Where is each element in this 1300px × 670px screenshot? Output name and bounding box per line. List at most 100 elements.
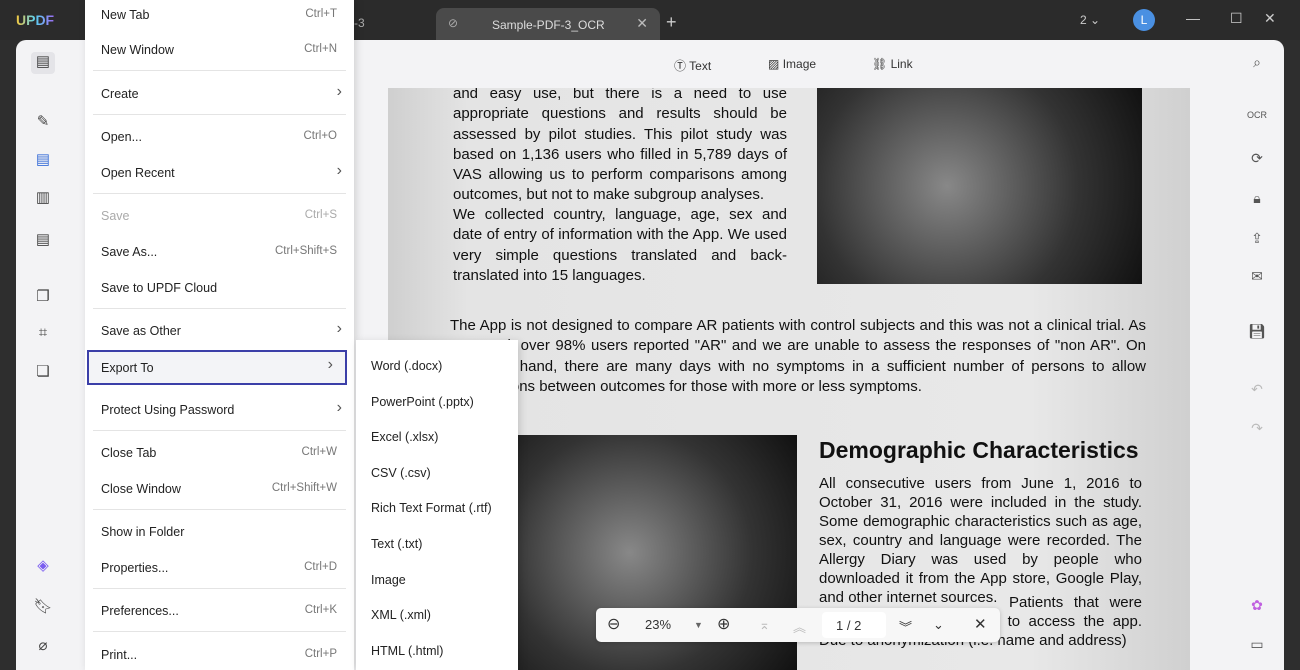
menu-divider	[93, 430, 346, 431]
first-page-icon[interactable]: ⌅	[759, 617, 770, 633]
menu-item-shortcut: Ctrl+Shift+S	[275, 245, 337, 257]
share-icon[interactable]: ⇪	[1245, 230, 1269, 252]
last-page-icon[interactable]: ⌄	[933, 617, 944, 633]
ocr-tab-icon: ⊘	[448, 16, 459, 30]
menu-divider	[93, 588, 346, 589]
menu-item-open[interactable]: Open... Ctrl+O	[85, 122, 354, 152]
undo-icon[interactable]: ↶	[1245, 381, 1269, 403]
form-icon[interactable]: ▤	[31, 230, 55, 252]
chevron-right-icon: ›	[336, 320, 342, 337]
add-link-button[interactable]: ⛓︎ Link	[872, 57, 913, 71]
menu-item-protect-using-password[interactable]: Protect Using Password ›	[85, 395, 354, 425]
add-image-button[interactable]: ▨ Image	[768, 57, 816, 71]
menu-item-export-to[interactable]: Export To ›	[87, 350, 347, 385]
export-option[interactable]: CSV (.csv)	[371, 466, 431, 480]
organize-pages-icon[interactable]: ❐	[31, 287, 55, 309]
image-tool-icon: ▨	[768, 57, 780, 71]
menu-item-save-as[interactable]: Save As... Ctrl+Shift+S	[85, 237, 354, 267]
ai-assistant-icon[interactable]: ✿	[1245, 597, 1269, 619]
menu-item-close-tab[interactable]: Close Tab Ctrl+W	[85, 438, 354, 468]
zoom-dropdown-icon[interactable]: ▼	[694, 620, 703, 630]
menu-item-label: Export To	[101, 361, 154, 375]
paragraph: and easy use, but there is a need to use…	[453, 88, 787, 204]
add-text-button[interactable]: Ⓣ Text	[674, 57, 711, 74]
edit-pdf-icon[interactable]: ▤	[31, 150, 55, 172]
link-tool-icon: ⛓︎	[872, 57, 888, 71]
menu-item-new-tab[interactable]: New Tab Ctrl+T	[85, 0, 354, 30]
zoom-bar: ⊖ 23% ▼ ⊕ ⌅ ︽ 1 / 2 ︾ ⌄ ✕	[596, 608, 1000, 642]
window-count-dropdown[interactable]: 2 ⌄	[1080, 13, 1100, 27]
export-option[interactable]: Word (.docx)	[371, 359, 442, 373]
menu-item-label: Print...	[101, 648, 138, 662]
menu-item-open-recent[interactable]: Open Recent ›	[85, 158, 354, 188]
menu-divider	[93, 114, 346, 115]
menu-item-label: Save to UPDF Cloud	[101, 281, 218, 295]
minimize-icon[interactable]: —	[1186, 10, 1200, 26]
menu-divider	[93, 193, 346, 194]
chat-icon[interactable]: ▭	[1245, 636, 1269, 658]
next-page-icon[interactable]: ︾	[899, 617, 912, 636]
export-option[interactable]: Excel (.xlsx)	[371, 430, 438, 444]
paragraph: We collected country, language, age, sex…	[453, 206, 787, 284]
menu-item-label: Create	[101, 87, 139, 101]
menu-item-close-window[interactable]: Close Window Ctrl+Shift+W	[85, 474, 354, 504]
bookmark-icon[interactable]: 🔖︎	[31, 597, 55, 619]
maximize-icon[interactable]: ☐	[1230, 10, 1243, 27]
menu-item-label: Preferences...	[101, 604, 179, 618]
reader-icon[interactable]: ▤	[31, 52, 55, 74]
menu-item-save-as-other[interactable]: Save as Other ›	[85, 316, 354, 346]
export-option[interactable]: HTML (.html)	[371, 644, 443, 658]
page-number-input[interactable]: 1 / 2	[822, 612, 886, 638]
menu-item-shortcut: Ctrl+W	[301, 446, 337, 458]
close-window-icon[interactable]: ✕	[1264, 10, 1276, 27]
close-zoombar-icon[interactable]: ✕	[974, 615, 987, 633]
save-icon[interactable]: 💾︎	[1245, 323, 1269, 345]
menu-item-properties[interactable]: Properties... Ctrl+D	[85, 553, 354, 583]
search-icon[interactable]: ⌕	[1245, 54, 1269, 76]
zoom-level[interactable]: 23%	[645, 617, 671, 632]
menu-item-save[interactable]: Save Ctrl+S	[85, 201, 354, 231]
menu-item-save-to-updf-cloud[interactable]: Save to UPDF Cloud	[85, 273, 354, 303]
watermark-icon[interactable]: ❏	[31, 362, 55, 384]
page-view-icon[interactable]: ▥	[31, 188, 55, 210]
ocr-icon[interactable]: OCR	[1245, 110, 1269, 132]
redo-icon[interactable]: ↷	[1245, 420, 1269, 442]
layers-icon[interactable]: ◈	[31, 556, 55, 578]
menu-item-preferences[interactable]: Preferences... Ctrl+K	[85, 596, 354, 626]
menu-item-label: Close Tab	[101, 446, 157, 460]
zoom-in-icon[interactable]: ⊕	[717, 614, 730, 634]
section-heading: Demographic Characteristics	[819, 437, 1139, 463]
chevron-right-icon: ›	[336, 162, 342, 179]
convert-icon[interactable]: ⟳	[1245, 150, 1269, 172]
new-tab-button[interactable]: +	[666, 12, 677, 33]
updf-logo: UPDF	[16, 12, 55, 28]
menu-item-shortcut: Ctrl+N	[304, 43, 337, 55]
meeting-photo	[817, 88, 1142, 284]
menu-item-shortcut: Ctrl+K	[304, 604, 337, 616]
menu-item-label: Show in Folder	[101, 525, 185, 539]
menu-item-shortcut: Ctrl+S	[304, 209, 337, 221]
menu-item-label: Protect Using Password	[101, 403, 235, 417]
crop-icon[interactable]: ⌗	[31, 324, 55, 346]
zoom-out-icon[interactable]: ⊖	[607, 614, 620, 634]
menu-item-label: Open...	[101, 130, 142, 144]
export-option[interactable]: PowerPoint (.pptx)	[371, 395, 474, 409]
close-tab-icon[interactable]: ✕	[636, 15, 648, 32]
menu-item-create[interactable]: Create ›	[85, 79, 354, 109]
attachment-icon[interactable]: ⌀	[31, 636, 55, 658]
chevron-right-icon: ›	[336, 83, 342, 100]
export-option[interactable]: Image	[371, 573, 406, 587]
menu-item-print[interactable]: Print... Ctrl+P	[85, 640, 354, 670]
export-option[interactable]: XML (.xml)	[371, 608, 431, 622]
comment-icon[interactable]: ✎	[31, 112, 55, 134]
menu-item-show-in-folder[interactable]: Show in Folder	[85, 517, 354, 547]
previous-tab[interactable]: -3	[354, 16, 365, 30]
avatar[interactable]: L	[1133, 9, 1155, 31]
tab-sample-pdf[interactable]: ⊘ Sample-PDF-3_OCR ✕	[436, 8, 660, 40]
previous-page-icon[interactable]: ︽	[793, 617, 806, 636]
email-icon[interactable]: ✉	[1245, 268, 1269, 290]
protect-icon[interactable]: 🔒︎	[1245, 190, 1269, 212]
menu-item-new-window[interactable]: New Window Ctrl+N	[85, 35, 354, 65]
export-option[interactable]: Rich Text Format (.rtf)	[371, 501, 492, 515]
export-option[interactable]: Text (.txt)	[371, 537, 422, 551]
